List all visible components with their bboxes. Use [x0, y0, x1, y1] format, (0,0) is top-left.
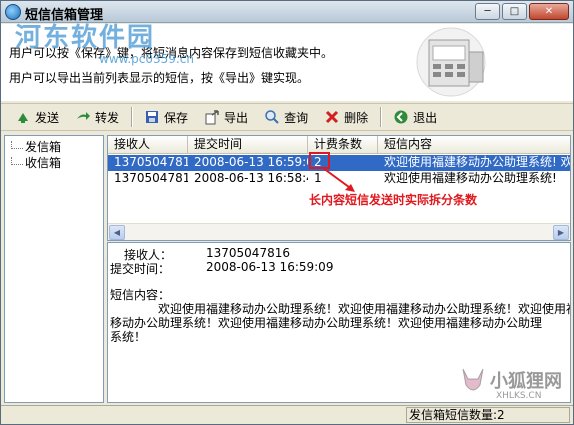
tree-item-inbox[interactable]: 收信箱 [11, 154, 61, 171]
tree-item-outbox[interactable]: 发信箱 [11, 138, 61, 155]
toolbar-separator [131, 107, 133, 127]
minimize-button[interactable]: ─ [475, 3, 500, 20]
cell-recipient: 13705047816 [114, 171, 188, 185]
cell-recipient: 13705047816 [114, 155, 188, 169]
exit-button[interactable]: 退出 [385, 105, 445, 129]
toolbar-separator [380, 107, 382, 127]
status-bar: 发信箱短信数量:2 [1, 405, 573, 424]
column-header-content[interactable]: 短信内容 [378, 136, 570, 154]
close-button[interactable]: ✕ [529, 3, 569, 20]
status-message-count: 发信箱短信数量:2 [406, 407, 570, 423]
window-controls: ─ □ ✕ [475, 3, 569, 20]
sms-manager-window: 短信信箱管理 ─ □ ✕ 用户可以按《保存》键，将短消息内容保存到短信收藏夹中。… [0, 0, 574, 425]
export-button[interactable]: 导出 [196, 105, 256, 129]
search-label: 查询 [284, 110, 309, 125]
save-icon [146, 111, 159, 123]
scroll-right-icon[interactable]: ▶ [553, 225, 569, 240]
watermark-site-name: 河东软件园 [15, 23, 156, 53]
detail-content-line-3: 系统！ [110, 330, 147, 344]
cell-time: 2008-06-13 16:59:09 [194, 155, 308, 169]
exit-icon [394, 110, 408, 124]
forward-icon [77, 112, 91, 120]
detail-time-value: 2008-06-13 16:59:09 [206, 260, 334, 274]
cell-content: 欢迎使用福建移动办公助理系统! 欢 [384, 155, 571, 169]
watermark-corner: 小狐狸网 XHLKS.CN [456, 363, 566, 409]
search-button[interactable]: 查询 [256, 105, 316, 129]
tree-branch-line [11, 157, 23, 165]
fox-logo-icon [462, 368, 484, 391]
send-button[interactable]: 发送 [7, 105, 67, 129]
watermark-site-url: www.pc0359.cn [99, 52, 194, 66]
column-header-time[interactable]: 提交时间 [188, 136, 308, 154]
detail-content-line-2: 移动办公助理系统！欢迎使用福建移动办公助理系统！欢迎使用福建移动办公助理 [110, 316, 543, 330]
toolbar: 发送 转发 保存 导出 查询 删除 退出 [1, 103, 573, 131]
export-icon [205, 110, 219, 125]
delete-icon [326, 110, 339, 124]
delete-label: 删除 [344, 110, 369, 125]
delete-button[interactable]: 删除 [316, 105, 376, 129]
save-label: 保存 [164, 110, 189, 125]
forward-label: 转发 [95, 110, 120, 125]
horizontal-scrollbar[interactable]: ◀ ▶ [108, 223, 570, 240]
exit-label: 退出 [413, 110, 438, 125]
cell-content: 欢迎使用福建移动办公助理系统! [384, 171, 557, 185]
tree-branch-line [11, 141, 23, 149]
tree-item-label: 收信箱 [25, 156, 62, 170]
tree-item-label: 发信箱 [25, 140, 62, 154]
banner-graphic [416, 27, 486, 97]
watermark-corner-sub: XHLKS.CN [496, 391, 542, 401]
annotation-text: 长内容短信发送时实际拆分条数 [309, 193, 478, 207]
forward-button[interactable]: 转发 [67, 105, 127, 129]
scroll-left-icon[interactable]: ◀ [109, 225, 125, 240]
cell-time: 2008-06-13 16:58:40 [194, 171, 308, 185]
save-button[interactable]: 保存 [136, 105, 196, 129]
info-text-export: 用户可以导出当前列表显示的短信，按《导出》键实现。 [9, 71, 310, 85]
detail-recipient-value: 13705047816 [206, 246, 290, 260]
send-label: 发送 [35, 110, 60, 125]
watermark-corner-name: 小狐狸网 [490, 371, 562, 392]
list-header: 接收人 提交时间 计费条数 短信内容 [108, 136, 570, 154]
column-header-recipient[interactable]: 接收人 [108, 136, 188, 154]
search-icon [265, 110, 279, 124]
maximize-button[interactable]: □ [502, 3, 527, 20]
export-label: 导出 [224, 110, 249, 125]
detail-time-label: 提交时间： [110, 262, 171, 276]
mailbox-tree: 发信箱 收信箱 [4, 135, 104, 403]
send-icon [18, 113, 28, 123]
